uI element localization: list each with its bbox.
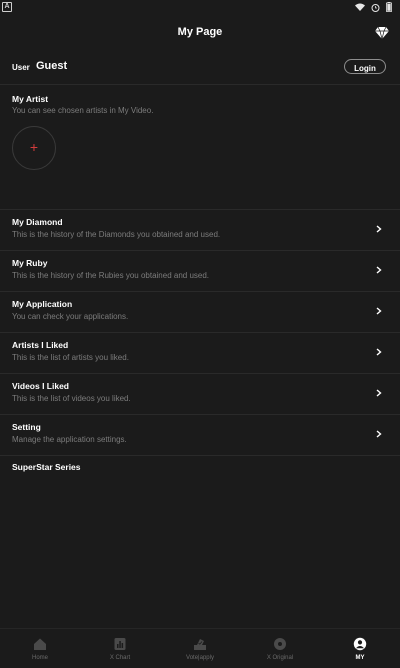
status-icons: [355, 2, 392, 12]
status-bar: A: [0, 0, 400, 16]
menu-item-title: My Diamond: [12, 217, 63, 227]
menu-item-subtitle: You can check your applications.: [12, 312, 129, 321]
menu-item-artists-liked[interactable]: Artists I Liked This is the list of arti…: [0, 333, 400, 374]
menu-item-title: Setting: [12, 422, 41, 432]
chevron-right-icon: [376, 266, 382, 274]
alarm-icon: [371, 3, 380, 12]
user-label: User: [12, 63, 30, 72]
menu-item-setting[interactable]: Setting Manage the application settings.: [0, 415, 400, 456]
tab-label: Vote|apply: [186, 655, 214, 661]
user-row: User Guest Login: [0, 52, 400, 85]
tab-label: MY: [355, 655, 365, 661]
menu-item-title: My Application: [12, 299, 73, 309]
menu-item-my-diamond[interactable]: My Diamond This is the history of the Di…: [0, 210, 400, 251]
menu-item-subtitle: This is the history of the Diamonds you …: [12, 230, 221, 239]
menu-item-title: Artists I Liked: [12, 340, 69, 350]
menu-item-title: My Ruby: [12, 258, 48, 268]
tab-label: Home: [31, 655, 48, 661]
chart-icon: [114, 638, 126, 650]
add-artist-button[interactable]: +: [12, 126, 56, 170]
user-name: Guest: [36, 60, 68, 72]
profile-icon: [353, 637, 367, 651]
top-app-bar: My Page: [0, 18, 400, 48]
home-icon: [34, 638, 46, 650]
tab-vote-apply[interactable]: Vote|apply: [160, 629, 240, 668]
app-badge-icon: A: [2, 2, 12, 12]
chevron-right-icon: [376, 307, 382, 315]
tab-label: X Original: [266, 655, 294, 661]
menu-item-subtitle: This is the history of the Rubies you ob…: [12, 271, 210, 280]
wifi-icon: [355, 3, 365, 11]
superstar-series-link[interactable]: SuperStar Series: [12, 462, 81, 472]
chevron-right-icon: [376, 389, 382, 397]
vote-icon: [194, 639, 206, 650]
menu-item-my-application[interactable]: My Application You can check your applic…: [0, 292, 400, 333]
tab-x-original[interactable]: X Original: [240, 629, 320, 668]
login-button[interactable]: Login: [344, 59, 386, 74]
chevron-right-icon: [376, 225, 382, 233]
menu-item-my-ruby[interactable]: My Ruby This is the history of the Rubie…: [0, 251, 400, 292]
my-artist-subtitle: You can see chosen artists in My Video.: [12, 106, 154, 115]
page-title: My Page: [177, 26, 223, 38]
battery-icon: [386, 2, 392, 12]
tab-my[interactable]: MY: [320, 629, 400, 668]
menu-item-subtitle: This is the list of videos you liked.: [12, 394, 131, 403]
menu-item-videos-liked[interactable]: Videos I Liked This is the list of video…: [0, 374, 400, 415]
tab-x-chart[interactable]: X Chart: [80, 629, 160, 668]
diamond-icon[interactable]: [375, 27, 389, 39]
tab-home[interactable]: Home: [0, 629, 80, 668]
bottom-tab-bar: Home X Chart Vote|apply X Original MY: [0, 628, 400, 668]
menu-item-subtitle: Manage the application settings.: [12, 435, 127, 444]
menu-item-subtitle: This is the list of artists you liked.: [12, 353, 129, 362]
my-artist-title: My Artist: [12, 94, 49, 104]
original-icon: [274, 638, 286, 650]
chevron-right-icon: [376, 430, 382, 438]
menu-item-title: Videos I Liked: [12, 381, 70, 391]
tab-label: X Chart: [109, 655, 131, 661]
my-artist-section: My Artist You can see chosen artists in …: [0, 86, 400, 210]
chevron-right-icon: [376, 348, 382, 356]
